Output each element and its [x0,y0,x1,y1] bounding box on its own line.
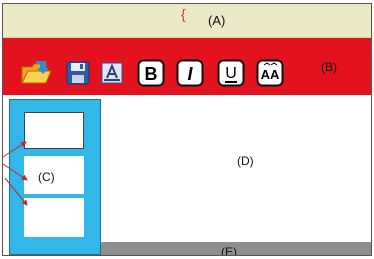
callout-arrows [2,141,28,206]
